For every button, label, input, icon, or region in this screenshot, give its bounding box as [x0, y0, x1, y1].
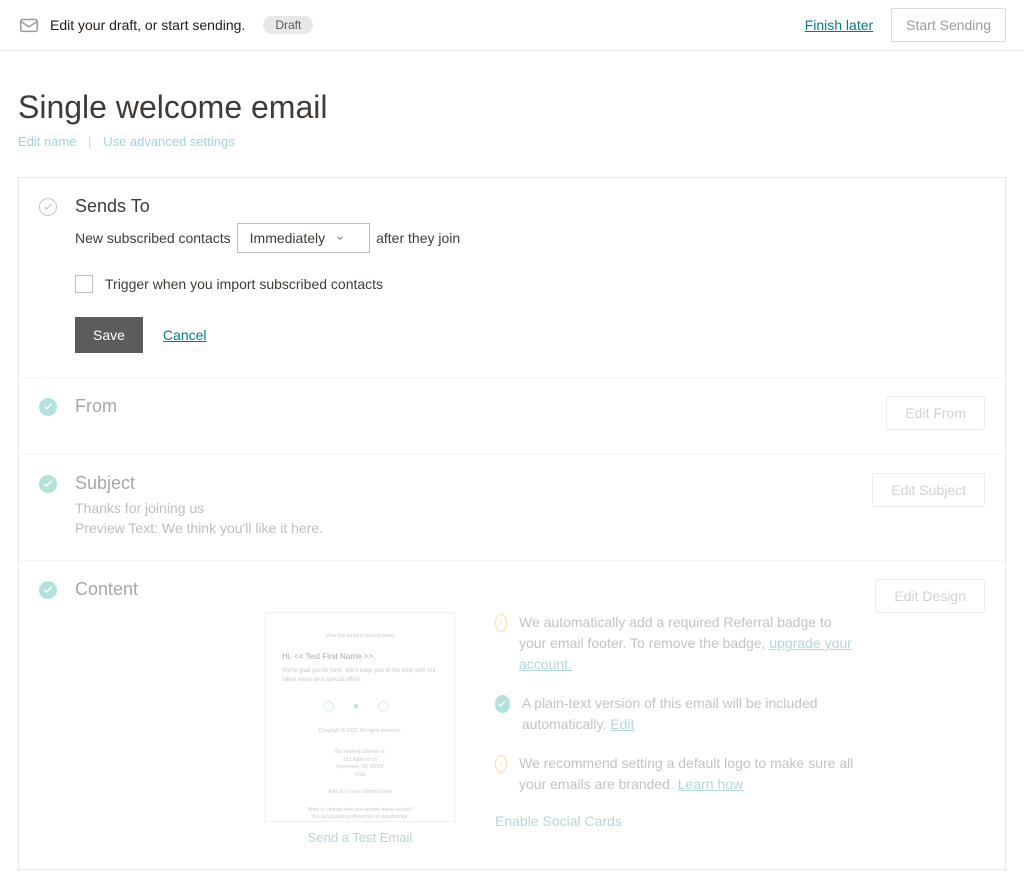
- content-row: View this email in your browser Hi, << T…: [75, 612, 861, 845]
- content-notes-col: We automatically add a required Referral…: [495, 612, 861, 829]
- trigger-import-checkbox[interactable]: [75, 275, 93, 293]
- edit-design-button[interactable]: Edit Design: [875, 579, 985, 613]
- section-title: Sends To: [75, 196, 985, 217]
- note-logo: We recommend setting a default logo to m…: [495, 753, 861, 795]
- section-body: Sends To New subscribed contacts Immedia…: [75, 196, 985, 353]
- page-body: Single welcome email Edit name | Use adv…: [0, 51, 1024, 892]
- section-subject: Subject Thanks for joining us Preview Te…: [19, 454, 1005, 560]
- page-title: Single welcome email: [18, 89, 1006, 126]
- start-sending-button[interactable]: Start Sending: [891, 8, 1006, 42]
- section-body: Content View this email in your browser …: [75, 579, 861, 845]
- check-circle-icon: [495, 695, 510, 713]
- section-body: Subject Thanks for joining us Preview Te…: [75, 473, 858, 536]
- edit-plaintext-link[interactable]: Edit: [610, 716, 634, 732]
- delay-select[interactable]: Immediately: [237, 223, 370, 253]
- note-text: We recommend setting a default logo to m…: [519, 753, 861, 795]
- status-col: [39, 473, 61, 536]
- section-title: Content: [75, 579, 861, 600]
- use-advanced-settings-link[interactable]: Use advanced settings: [103, 134, 235, 149]
- edit-subject-button[interactable]: Edit Subject: [872, 473, 985, 507]
- check-circle-icon: [39, 398, 57, 416]
- content-thumb-col: View this email in your browser Hi, << T…: [265, 612, 455, 845]
- top-bar-title: Edit your draft, or start sending.: [50, 17, 245, 33]
- warning-icon: [495, 755, 507, 773]
- learn-how-link[interactable]: Learn how: [678, 776, 743, 792]
- thumb-greeting: Hi, << Test First Name >>,: [282, 651, 438, 663]
- status-col: [39, 579, 61, 845]
- send-test-email-link[interactable]: Send a Test Email: [265, 830, 455, 845]
- edit-from-button[interactable]: Edit From: [886, 396, 985, 430]
- thumb-socials: ◯ ● ◯: [282, 699, 438, 714]
- section-body: From: [75, 396, 872, 430]
- sends-to-post-text: after they join: [376, 230, 460, 246]
- sends-to-row: New subscribed contacts Immediately afte…: [75, 223, 985, 253]
- enable-social-cards-link[interactable]: Enable Social Cards: [495, 813, 622, 829]
- envelope-icon: [18, 14, 40, 36]
- top-bar-left: Edit your draft, or start sending. Draft: [18, 14, 805, 36]
- trigger-import-label: Trigger when you import subscribed conta…: [105, 276, 383, 292]
- note-referral: We automatically add a required Referral…: [495, 612, 861, 675]
- section-sends-to: Sends To New subscribed contacts Immedia…: [19, 178, 1005, 377]
- status-col: [39, 396, 61, 430]
- section-action: Edit Subject: [872, 473, 985, 536]
- section-from: From Edit From: [19, 377, 1005, 454]
- section-action: Edit From: [886, 396, 985, 430]
- section-title: Subject: [75, 473, 858, 494]
- section-action: Edit Design: [875, 579, 985, 845]
- note-text: We automatically add a required Referral…: [519, 612, 861, 675]
- warning-icon: [495, 614, 507, 632]
- chevron-down-icon: [335, 228, 345, 248]
- cancel-link[interactable]: Cancel: [163, 327, 207, 343]
- section-content: Content View this email in your browser …: [19, 560, 1005, 869]
- section-title: From: [75, 396, 872, 417]
- email-preview-thumb[interactable]: View this email in your browser Hi, << T…: [265, 612, 455, 822]
- divider: |: [88, 134, 91, 149]
- finish-later-link[interactable]: Finish later: [805, 17, 873, 33]
- thumb-intro: We're glad you're here. We'll keep you i…: [282, 667, 438, 685]
- check-circle-icon: [39, 475, 57, 493]
- trigger-import-row[interactable]: Trigger when you import subscribed conta…: [75, 275, 985, 293]
- note-plaintext: A plain-text version of this email will …: [495, 693, 861, 735]
- section-actions: Save Cancel: [75, 317, 985, 353]
- delay-select-value: Immediately: [250, 228, 325, 248]
- edit-name-link[interactable]: Edit name: [18, 134, 77, 149]
- subject-preview: Preview Text: We think you'll like it he…: [75, 520, 858, 536]
- check-circle-icon: [39, 581, 57, 599]
- note-text: A plain-text version of this email will …: [522, 693, 862, 735]
- email-sections-card: Sends To New subscribed contacts Immedia…: [18, 177, 1006, 870]
- page-sublinks: Edit name | Use advanced settings: [18, 134, 1006, 149]
- sends-to-pre-text: New subscribed contacts: [75, 230, 231, 246]
- subject-line: Thanks for joining us: [75, 500, 858, 516]
- check-outline-icon: [39, 198, 57, 216]
- save-button[interactable]: Save: [75, 317, 143, 353]
- status-badge: Draft: [263, 16, 313, 34]
- top-bar: Edit your draft, or start sending. Draft…: [0, 0, 1024, 51]
- status-col: [39, 196, 61, 353]
- top-bar-right: Finish later Start Sending: [805, 8, 1006, 42]
